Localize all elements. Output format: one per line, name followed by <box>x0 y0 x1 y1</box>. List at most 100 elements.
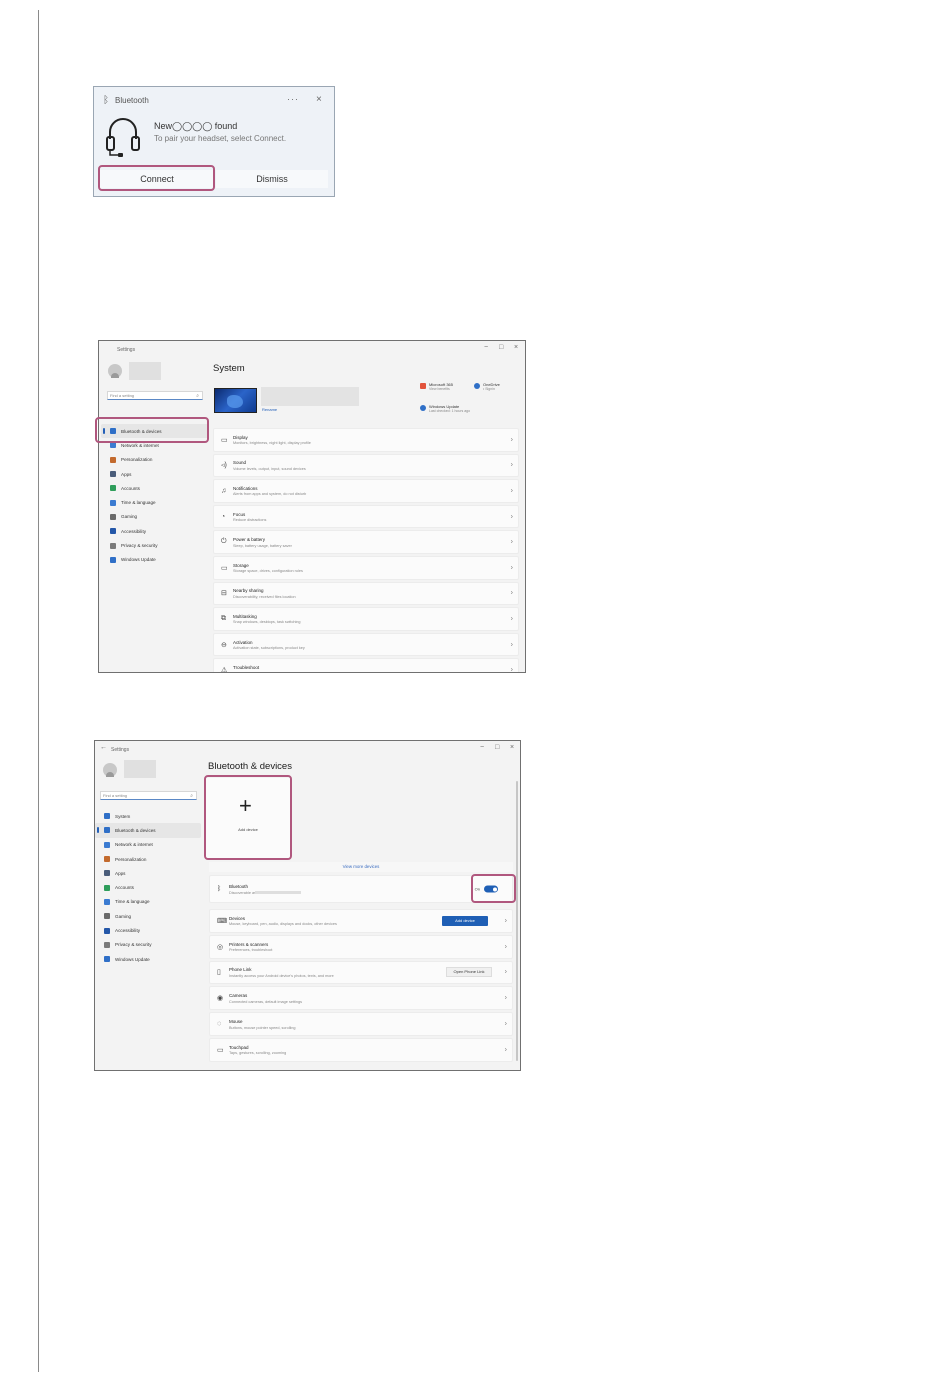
search-input[interactable]: Find a setting ⌕ <box>107 391 203 400</box>
search-placeholder: Find a setting <box>103 793 128 798</box>
settings-card-nearby-sharing[interactable]: ⊟ Nearby sharing Discoverability, received… <box>213 581 519 606</box>
settings-bluetooth-window: ← Settings − □ × Find a setting ⌕ System… <box>94 740 521 1071</box>
card-subtitle: Storage space, drives, configuration rul… <box>233 569 303 574</box>
notification-message-body: To pair your headset, select Connect. <box>154 134 287 143</box>
settings-card-multitasking[interactable]: ⧉ Multitasking Snap windows, desktops, tas… <box>213 607 519 631</box>
privacy-security-icon <box>110 542 116 549</box>
card-subtitle: Discoverability, received files location <box>233 594 296 599</box>
maximize-button[interactable]: □ <box>499 344 503 351</box>
tile-microsoft-365[interactable]: Microsoft 365 View benefits <box>420 382 453 391</box>
more-options-icon[interactable]: ··· <box>287 94 299 104</box>
scrollbar[interactable] <box>516 781 518 1061</box>
sidebar-item-personalization[interactable]: Personalization <box>101 453 209 467</box>
chevron-right-icon: › <box>504 943 507 951</box>
chevron-right-icon: › <box>504 1020 507 1028</box>
sidebar-item-label: Network & internet <box>121 442 159 448</box>
bluetooth-devices-icon <box>104 827 110 834</box>
sidebar-item-gaming[interactable]: Gaming <box>101 510 209 524</box>
tile-onedrive[interactable]: OneDrive • Signin <box>474 382 500 391</box>
system-icon <box>104 813 110 820</box>
search-input[interactable]: Find a setting ⌕ <box>100 791 197 800</box>
sidebar-item-network-internet[interactable]: Network & internet <box>95 838 201 852</box>
sidebar-item-accessibility[interactable]: Accessibility <box>95 923 201 937</box>
maximize-button[interactable]: □ <box>495 744 499 751</box>
sidebar-item-label: Privacy & security <box>115 942 152 948</box>
bluetooth-toggle-highlight <box>471 874 516 903</box>
sidebar-item-time-language[interactable]: Time & language <box>95 895 201 909</box>
settings-card-phone-link[interactable]: ▯ Phone Link Instantly access your Android… <box>209 960 513 985</box>
settings-card-printers-scanners[interactable]: ◎ Printers & scanners Preferences, trouble… <box>209 934 513 959</box>
sidebar-item-privacy-security[interactable]: Privacy & security <box>101 538 209 552</box>
card-title: Activation <box>233 639 253 645</box>
sidebar-item-time-language[interactable]: Time & language <box>101 495 209 509</box>
notification-app-name: Bluetooth <box>115 96 149 105</box>
dismiss-button[interactable]: Dismiss <box>216 170 328 188</box>
sidebar-item-accessibility[interactable]: Accessibility <box>101 524 209 538</box>
sidebar-item-apps[interactable]: Apps <box>101 467 209 481</box>
settings-card-notifications[interactable]: ♫ Notifications Alerts from apps and syste… <box>213 479 519 503</box>
sidebar-item-apps[interactable]: Apps <box>95 866 201 880</box>
device-name-redacted <box>261 387 359 406</box>
settings-card-display[interactable]: ▭ Display Monitors, brightness, night ligh… <box>213 428 519 452</box>
settings-card-sound[interactable]: ◃) Sound Volume levels, output, input, sou… <box>213 453 519 478</box>
sidebar-item-accounts[interactable]: Accounts <box>95 880 201 894</box>
time-language-icon <box>110 499 116 506</box>
sidebar-item-label: Accessibility <box>115 928 141 934</box>
settings-card-troubleshoot[interactable]: ⚠ Troubleshoot › <box>213 658 519 672</box>
close-window-button[interactable]: × <box>510 744 514 751</box>
chevron-right-icon: › <box>510 487 513 495</box>
sidebar-item-label: Accessibility <box>121 528 147 534</box>
close-icon[interactable]: × <box>316 94 322 105</box>
sidebar-item-label: Privacy & security <box>121 543 158 549</box>
sidebar-item-privacy-security[interactable]: Privacy & security <box>95 938 201 952</box>
sidebar-item-windows-update[interactable]: Windows Update <box>101 553 209 567</box>
sidebar-item-label: Time & language <box>115 899 150 905</box>
search-icon: ⌕ <box>196 393 199 399</box>
settings-card-devices[interactable]: ⌨ Devices Mouse, keyboard, pen, audio, dis… <box>209 909 513 933</box>
sidebar-item-system[interactable]: System <box>95 809 201 823</box>
chevron-right-icon: › <box>510 436 513 444</box>
rename-link[interactable]: Rename <box>262 407 277 412</box>
settings-card-touchpad[interactable]: ▭ Touchpad Taps, gestures, scrolling, zoom… <box>209 1038 513 1062</box>
sidebar-item-bluetooth-devices[interactable]: Bluetooth & devices <box>95 823 201 838</box>
settings-card-focus[interactable]: ◔ Focus Reduce distractions › <box>213 504 519 529</box>
tile-windows-update[interactable]: Windows Update Last checked: 1 hours ago <box>420 404 470 413</box>
settings-card-power-battery[interactable]: ⏻ Power & battery Sleep, battery usage, ba… <box>213 530 519 554</box>
card-title: Nearby sharing <box>233 588 264 594</box>
chevron-right-icon: › <box>504 1046 507 1054</box>
settings-card-storage[interactable]: ▭ Storage Storage space, drives, configura… <box>213 556 519 580</box>
card-title: Bluetooth <box>229 884 249 889</box>
back-button[interactable]: ← <box>100 744 107 751</box>
accounts-icon <box>110 485 116 492</box>
sidebar-item-gaming[interactable]: Gaming <box>95 909 201 923</box>
card-subtitle: Monitors, brightness, night light, displ… <box>233 441 311 446</box>
onedrive-icon <box>474 383 480 389</box>
close-window-button[interactable]: × <box>514 344 518 351</box>
sidebar-item-label: Windows Update <box>115 956 150 962</box>
settings-card-mouse[interactable]: ◌ Mouse Buttons, mouse pointer speed, scro… <box>209 1012 513 1036</box>
phone-link-action-button[interactable]: Open Phone Link <box>446 967 492 978</box>
devices-action-button[interactable]: Add device <box>442 915 488 926</box>
power-battery-icon: ⏻ <box>221 538 227 546</box>
minimize-button[interactable]: − <box>480 744 484 751</box>
windows-update-icon <box>420 405 426 411</box>
card-subtitle: Mouse, keyboard, pen, audio, displays an… <box>229 922 337 927</box>
minimize-button[interactable]: − <box>484 344 488 351</box>
settings-card-activation[interactable]: ⊖ Activation Activation state, subscriptio… <box>213 632 519 657</box>
desktop-wallpaper-thumbnail <box>214 388 257 413</box>
sidebar-item-accounts[interactable]: Accounts <box>101 481 209 495</box>
gaming-icon <box>110 513 116 520</box>
page-title: System <box>213 363 245 374</box>
view-more-devices-link[interactable]: View more devices <box>209 862 513 872</box>
card-title: Notifications <box>233 485 258 491</box>
window-title: Settings <box>117 347 136 353</box>
sidebar-item-windows-update[interactable]: Windows Update <box>95 952 201 966</box>
settings-card-cameras[interactable]: ◉ Cameras Connected cameras, default image… <box>209 986 513 1011</box>
sidebar-item-label: Personalization <box>121 457 153 463</box>
card-title: Storage <box>233 562 249 568</box>
sidebar-item-label: Apps <box>115 870 126 876</box>
accounts-icon <box>104 884 110 891</box>
window-title: Settings <box>111 747 130 753</box>
personalization-icon <box>110 456 116 463</box>
sidebar-item-personalization[interactable]: Personalization <box>95 852 201 866</box>
